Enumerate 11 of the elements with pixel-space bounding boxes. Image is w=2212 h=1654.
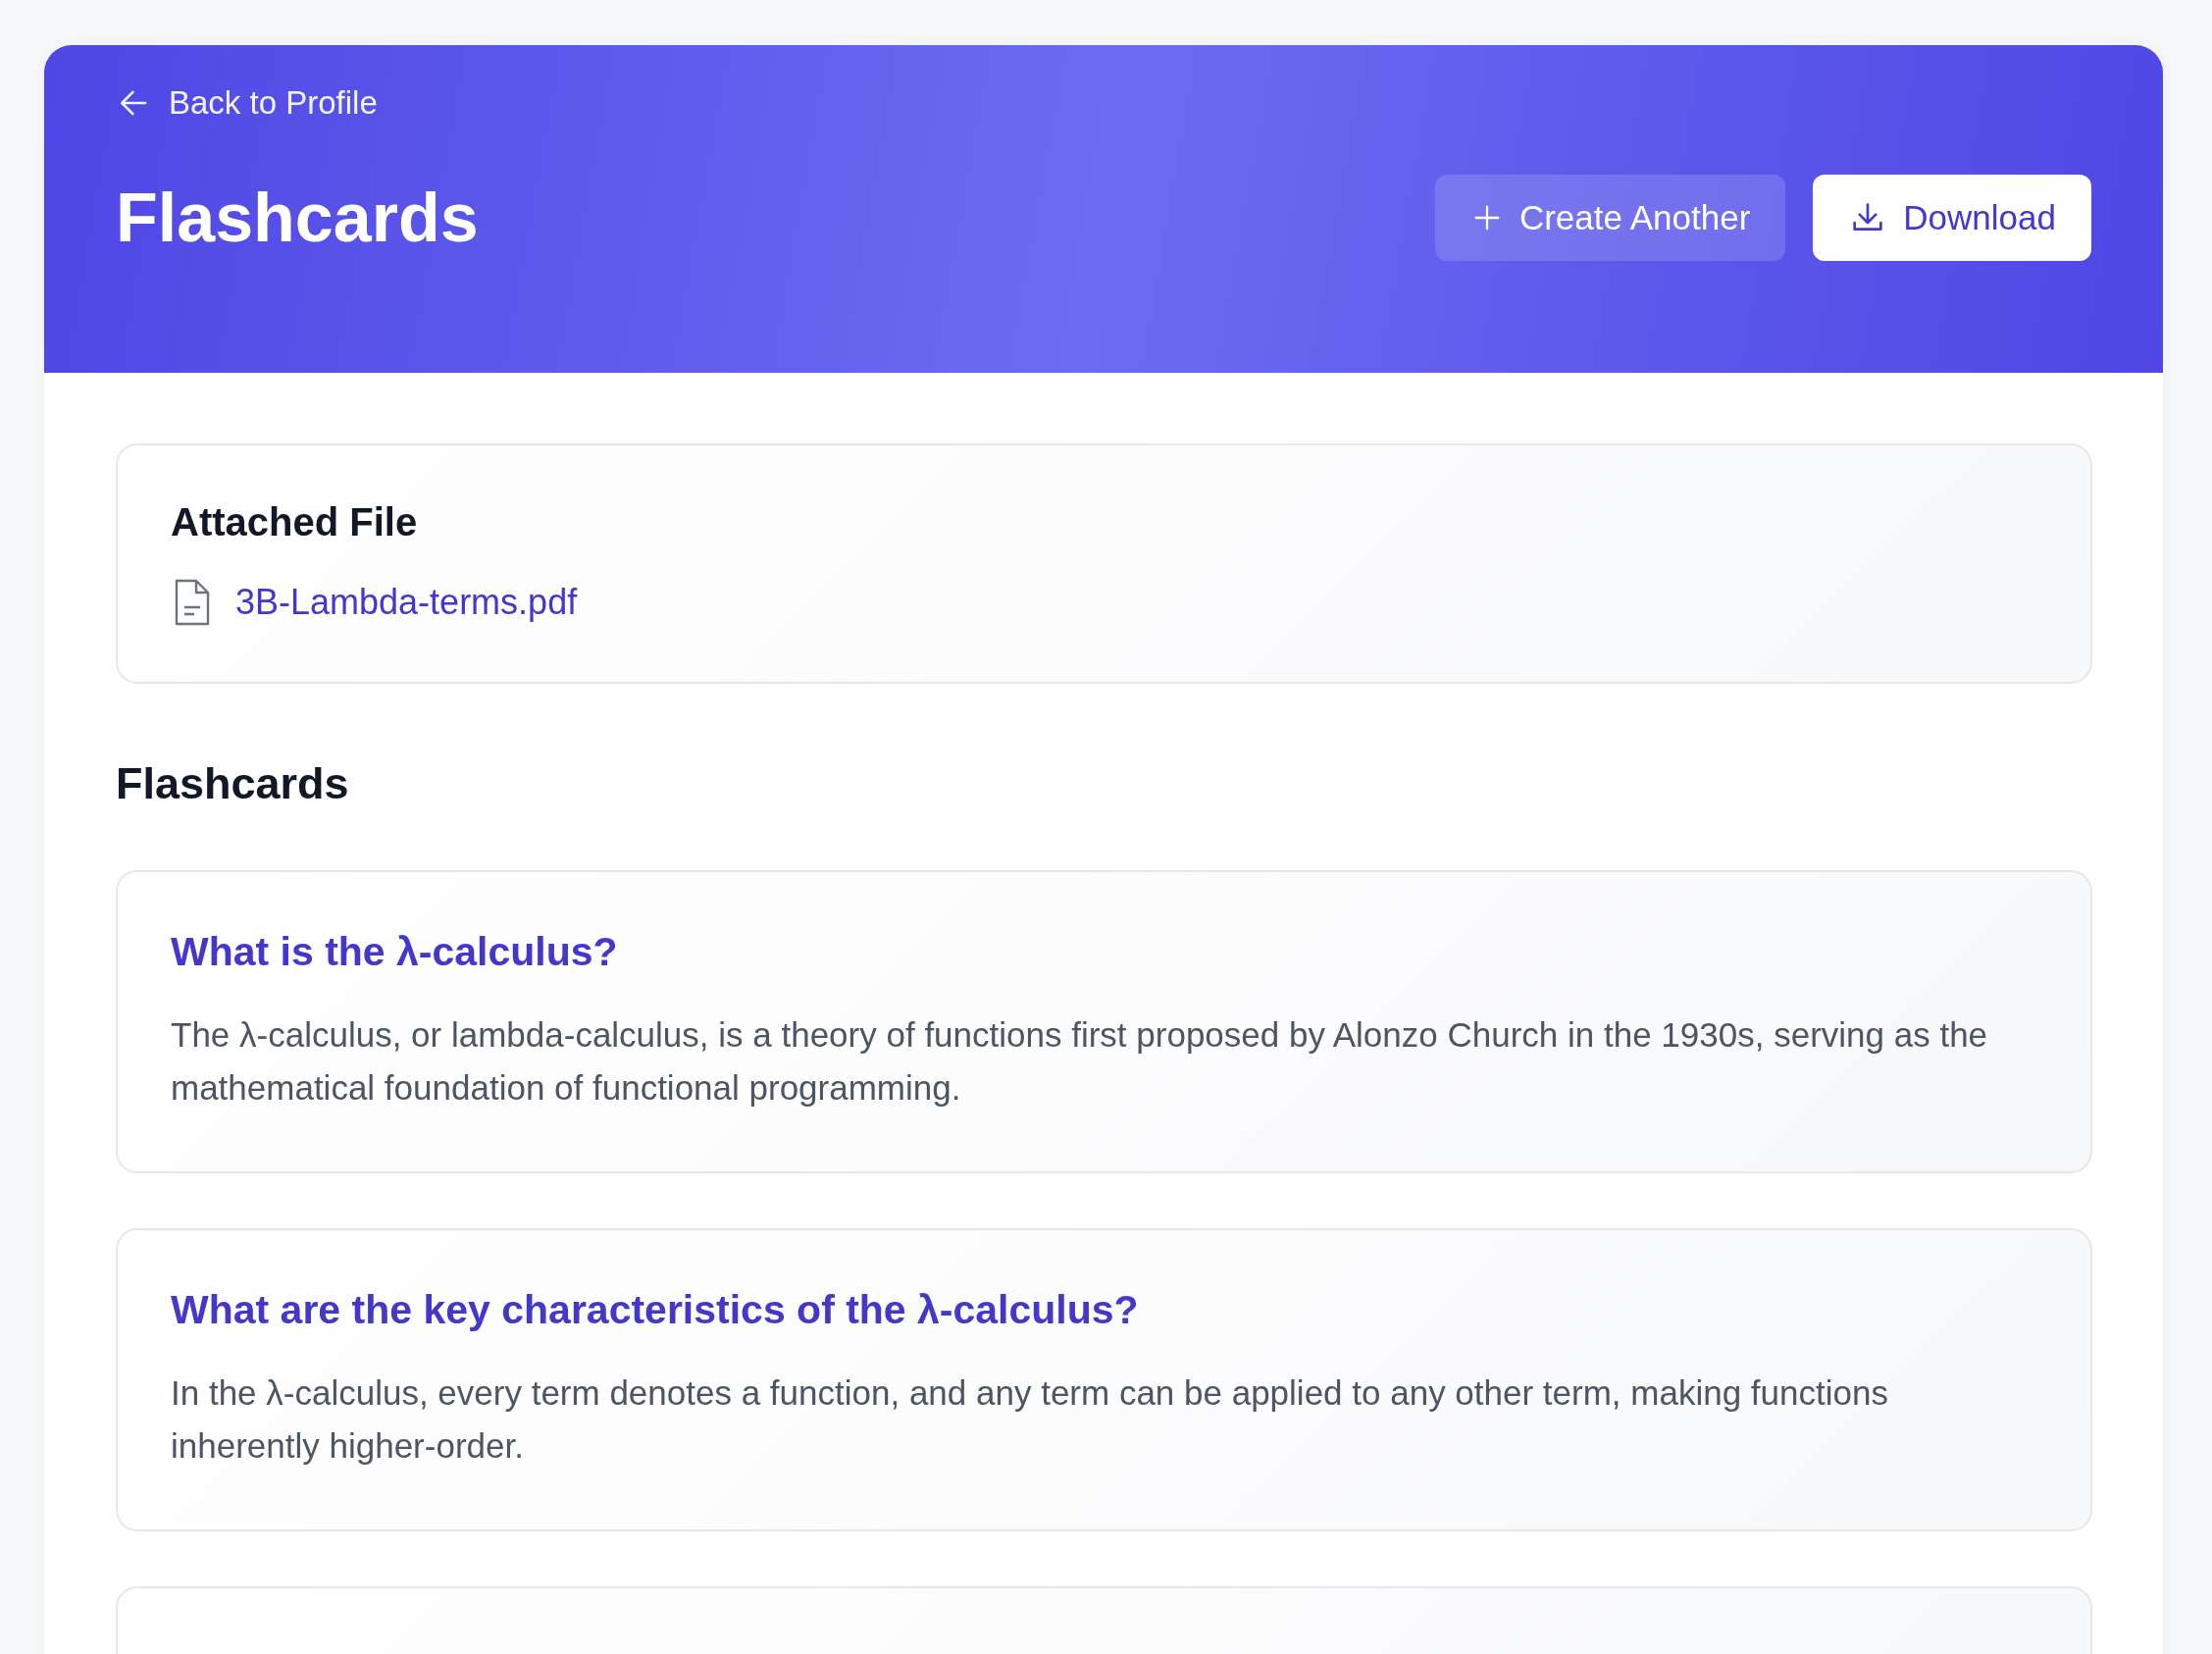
section-heading: Flashcards [116,758,350,809]
flashcard-answer: The λ-calculus, or lambda-calculus, is a theory of functions first proposed by Alonzo Church in the 1930s, serving as the mathematical foundation of functional programming. [171,1014,1989,1109]
flashcard-question: What is the λ-calculus? [171,929,619,975]
create-button[interactable]: Create Another [1434,175,1786,261]
back-link[interactable]: Back to Profile [116,84,378,122]
section-heading: Attached File [171,500,419,544]
download-button[interactable]: Download [1813,175,2091,261]
page-title: Flashcards [116,179,479,257]
file-link[interactable]: 3B-Lambda-terms.pdf [235,582,578,623]
flashcard-answer: In the λ-calculus, every term denotes a function, and any term can be applied to any other term, making functions inherently higher-order. [171,1372,1889,1467]
flashcard-question: What are the key characteristics of the λ-calculus? [171,1287,1140,1333]
